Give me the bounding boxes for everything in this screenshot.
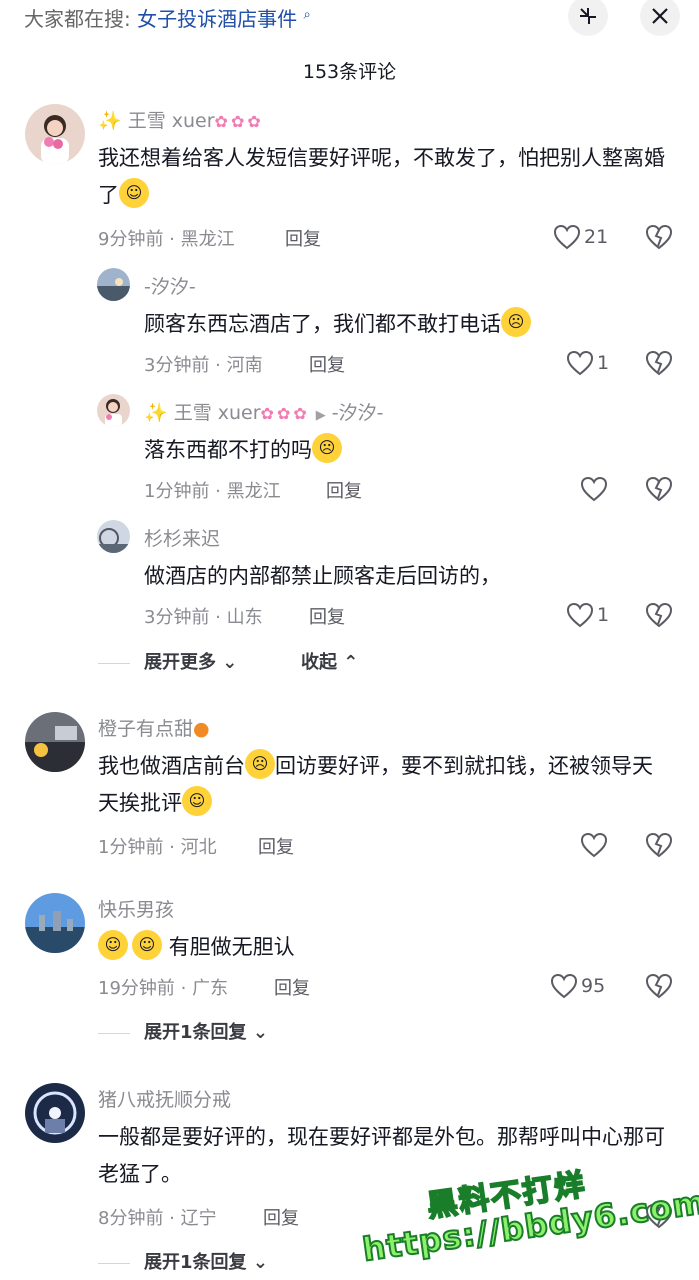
like-count: 95 [581, 975, 606, 997]
close-button[interactable] [640, 0, 680, 36]
comment-username[interactable]: ✨ 王雪 xuer✿✿✿ [98, 106, 264, 133]
comment-username[interactable]: 橙子有点甜● [98, 714, 210, 741]
like-button[interactable] [580, 830, 608, 860]
reply-button[interactable]: 回复 [309, 603, 345, 629]
grin-emoji: ☺ [98, 930, 128, 960]
avatar[interactable] [25, 1083, 85, 1143]
reply-button[interactable]: 回复 [263, 1204, 299, 1230]
comment-text: 我也做酒店前台 ☹ 回访要好评，要不到就扣钱，还被领导天天挨批评 ☺ [98, 748, 673, 822]
comment-username[interactable]: 快乐男孩 [98, 895, 174, 922]
worried-emoji: ☹ [312, 433, 342, 463]
comment-time-location: 9分钟前 · 黑龙江 [98, 229, 235, 250]
reply-username[interactable]: ✨ 王雪 xuer✿✿✿ ▶ -汐汐- [144, 398, 383, 425]
grin-emoji: ☺ [132, 930, 162, 960]
heart-icon [566, 350, 594, 376]
reply-button[interactable]: 回复 [326, 477, 362, 503]
search-prefix: 大家都在搜: [24, 7, 131, 31]
heart-icon [580, 832, 608, 858]
dislike-icon[interactable] [645, 350, 673, 376]
like-button[interactable] [580, 474, 608, 504]
like-button[interactable]: 95 [550, 971, 605, 1001]
reply-button[interactable]: 回复 [274, 974, 310, 1000]
collapse-button[interactable] [568, 0, 608, 36]
like-button[interactable]: 1 [566, 348, 609, 378]
dislike-icon[interactable] [645, 973, 673, 999]
divider [98, 662, 130, 664]
expand-replies-button[interactable]: 展开1条回复 ⌄ [98, 1018, 268, 1044]
avatar[interactable] [97, 268, 130, 301]
crying-emoji: ☹ [501, 307, 531, 337]
reply-username[interactable]: -汐汐- [144, 272, 196, 299]
search-keyword[interactable]: 女子投诉酒店事件 [137, 7, 297, 31]
expand-replies-button[interactable]: 展开1条回复 ⌄ [98, 1248, 268, 1274]
avatar[interactable] [97, 520, 130, 553]
reply-button[interactable]: 回复 [285, 225, 321, 251]
comment-time-location: 19分钟前 · 广东 [98, 978, 229, 999]
heart-icon [550, 973, 578, 999]
close-icon [652, 8, 668, 24]
divider [98, 1032, 130, 1034]
reply-time-location: 1分钟前 · 黑龙江 [144, 481, 281, 502]
collapse-replies-button[interactable]: 收起 ⌃ [301, 648, 358, 674]
like-count: 1 [597, 604, 610, 626]
dislike-icon[interactable] [645, 602, 673, 628]
collapse-icon [580, 8, 596, 24]
heart-icon [553, 224, 581, 250]
comment-time-location: 1分钟前 · 河北 [98, 837, 217, 858]
reply-text: 顾客东西忘酒店了，我们都不敢打电话 ☹ [144, 306, 664, 343]
search-suggestion[interactable]: 大家都在搜: 女子投诉酒店事件 ⌕ [24, 3, 311, 32]
comment-text: ☺ ☺ 有胆做无胆认 [98, 929, 668, 966]
reply-time-location: 3分钟前 · 河南 [144, 355, 263, 376]
comment-username[interactable]: 猪八戒抚顺分戒 [98, 1085, 231, 1112]
reply-button[interactable]: 回复 [258, 833, 294, 859]
avatar[interactable] [25, 893, 85, 953]
dislike-icon[interactable] [645, 224, 673, 250]
expand-more-button[interactable]: 展开更多 ⌄ [98, 648, 237, 674]
dislike-icon[interactable] [645, 832, 673, 858]
crying-emoji: ☹ [245, 749, 275, 779]
reply-to-username[interactable]: -汐汐- [332, 402, 384, 424]
laugh-cry-emoji: ☺ [182, 786, 212, 816]
chevron-down-icon: ⌄ [252, 1252, 268, 1273]
comment-text: 我还想着给客人发短信要好评呢，不敢发了，怕把别人整离婚了 ☺ [98, 146, 665, 208]
reply-text: 做酒店的内部都禁止顾客走后回访的， [144, 564, 501, 588]
comment-count: 153条评论 [302, 61, 397, 83]
chevron-up-icon: ⌃ [343, 652, 359, 673]
reply-username[interactable]: 杉杉来迟 [144, 524, 220, 551]
grin-emoji: ☺ [119, 178, 149, 208]
like-count: 1 [597, 352, 610, 374]
like-count: 21 [584, 226, 609, 248]
divider [98, 1262, 130, 1264]
comment-time-location: 8分钟前 · 辽宁 [98, 1208, 217, 1229]
reply-text: 落东西都不打的吗 ☹ [144, 432, 664, 469]
search-icon: ⌕ [303, 7, 311, 23]
top-bar: 大家都在搜: 女子投诉酒店事件 ⌕ [0, 0, 699, 36]
avatar[interactable] [97, 394, 130, 427]
reply-time-location: 3分钟前 · 山东 [144, 607, 263, 628]
heart-icon [566, 602, 594, 628]
heart-icon [580, 476, 608, 502]
avatar[interactable] [25, 104, 85, 164]
avatar[interactable] [25, 712, 85, 772]
chevron-down-icon: ⌄ [252, 1022, 268, 1043]
chevron-down-icon: ⌄ [222, 652, 238, 673]
dislike-icon[interactable] [645, 476, 673, 502]
like-button[interactable]: 21 [553, 222, 608, 252]
like-button[interactable]: 1 [566, 600, 609, 630]
reply-button[interactable]: 回复 [309, 351, 345, 377]
